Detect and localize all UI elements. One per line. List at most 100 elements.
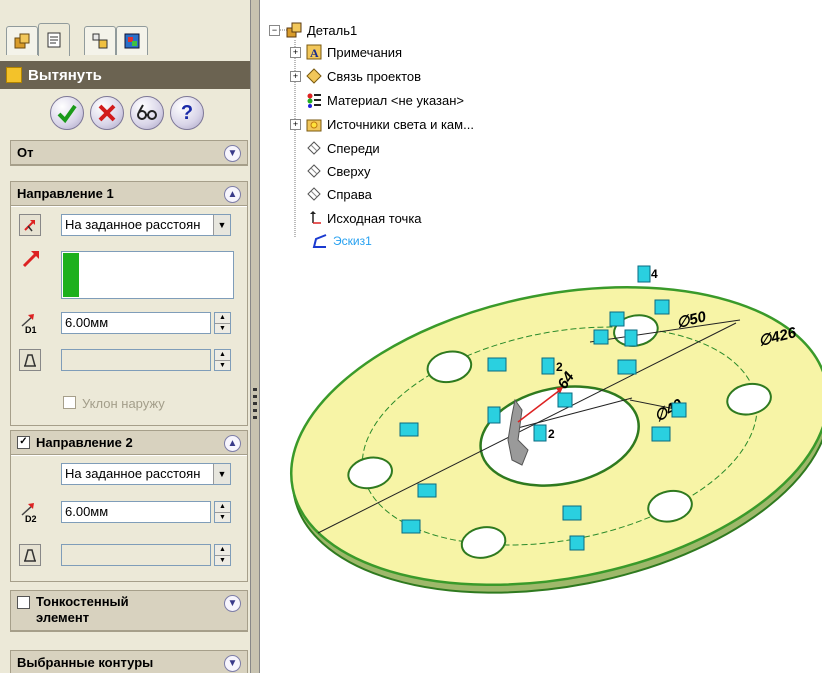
thin-feature-label: Тонкостенный элемент xyxy=(36,594,129,626)
from-group-label: От xyxy=(17,145,34,160)
direction2-end-condition-select[interactable]: На заданное расстоян ▼ xyxy=(61,463,231,485)
direction2-label: Направление 2 xyxy=(36,435,133,450)
tree-item-material[interactable]: Материал <не указан> xyxy=(306,90,464,110)
extrude-icon xyxy=(6,67,22,83)
lights-cameras-icon xyxy=(306,116,322,132)
direction1-end-condition-select[interactable]: На заданное расстоян ▼ xyxy=(61,214,231,236)
tree-item-annotations[interactable]: A Примечания xyxy=(306,42,402,62)
property-manager-icon xyxy=(47,32,61,48)
direction1-end-condition-value: На заданное расстоян xyxy=(65,217,201,232)
direction1-group: Направление 1 ▲ На заданное расстоян ▼ D… xyxy=(10,181,248,426)
depth1-input[interactable]: 6.00мм xyxy=(61,312,211,334)
tree-item-origin[interactable]: Исходная точка xyxy=(306,208,422,228)
relation-label-4: 4 xyxy=(651,267,658,281)
tree-item-design-binder[interactable]: Связь проектов xyxy=(306,66,421,86)
graphics-viewport[interactable]: ∅50 ∅426 ∅40 64 4 2 2 xyxy=(260,250,822,673)
draft2-toggle-button[interactable] xyxy=(19,544,41,566)
draft-icon xyxy=(24,354,36,367)
svg-text:D1: D1 xyxy=(25,325,37,334)
tree-item-label: Источники света и кам... xyxy=(327,116,474,132)
from-group-header[interactable]: От ▼ xyxy=(11,141,247,165)
feature-title: Вытянуть xyxy=(28,66,102,84)
expand-icon[interactable]: ▼ xyxy=(224,655,241,672)
draft2-angle-input xyxy=(61,544,211,566)
dim-expert-icon xyxy=(124,33,140,49)
splitter-grip-icon xyxy=(253,388,257,420)
tree-root[interactable]: Деталь1 xyxy=(286,20,357,40)
direction1-header[interactable]: Направление 1 ▲ xyxy=(11,182,247,206)
tree-item-label: Эскиз1 xyxy=(333,234,372,248)
draft1-toggle-button[interactable] xyxy=(19,349,41,371)
reverse-direction-icon xyxy=(24,220,35,232)
panel-splitter[interactable] xyxy=(250,0,260,673)
draft2-spinner: ▲ ▼ xyxy=(214,544,231,566)
feature-title-bar: Вытянуть xyxy=(0,61,250,89)
manager-tabs xyxy=(0,20,250,60)
direction2-body: На заданное расстоян ▼ D2 6.00мм ▲ ▼ ▲ ▼ xyxy=(11,456,247,581)
help-button[interactable]: ? xyxy=(170,96,204,130)
plane-icon xyxy=(306,140,322,156)
preview-button[interactable] xyxy=(130,96,164,130)
thin-feature-header[interactable]: Тонкостенный элемент ▼ xyxy=(11,591,247,631)
depth2-spinner[interactable]: ▲ ▼ xyxy=(214,501,231,523)
depth2-icon: D2 xyxy=(19,501,41,523)
tree-item-label: Материал <не указан> xyxy=(327,92,465,108)
depth2-input[interactable]: 6.00мм xyxy=(61,501,211,523)
direction1-label: Направление 1 xyxy=(17,186,114,201)
reverse-direction1-button[interactable] xyxy=(19,214,41,236)
tree-item-lights-cameras[interactable]: Источники света и кам... xyxy=(306,114,474,134)
chevron-down-icon[interactable]: ▼ xyxy=(213,464,230,484)
expand-icon[interactable]: + xyxy=(290,47,301,58)
tree-item-sketch[interactable]: Эскиз1 xyxy=(312,231,372,251)
selected-contours-header[interactable]: Выбранные контуры ▼ xyxy=(11,651,247,673)
expand-icon[interactable]: ▼ xyxy=(224,145,241,162)
expand-icon[interactable]: ▼ xyxy=(224,595,241,612)
part-icon xyxy=(286,22,302,38)
origin-icon xyxy=(306,210,322,226)
annotations-icon: A xyxy=(306,44,322,60)
tree-item-label: Исходная точка xyxy=(327,210,422,226)
checkmark-icon xyxy=(57,104,77,124)
direction2-header[interactable]: ✓ Направление 2 ▲ xyxy=(11,431,247,455)
feature-tree: − Деталь1 + A Примечания + Связь проекто… xyxy=(260,0,580,250)
ok-button[interactable] xyxy=(50,96,84,130)
draft-icon xyxy=(24,549,36,562)
tree-item-top-plane[interactable]: Сверху xyxy=(306,161,370,181)
collapse-root-icon[interactable]: − xyxy=(269,25,280,36)
action-buttons: ? xyxy=(50,96,230,130)
collapse-icon[interactable]: ▲ xyxy=(224,186,241,203)
expand-icon[interactable]: + xyxy=(290,119,301,130)
cancel-button[interactable] xyxy=(90,96,124,130)
thin-feature-group: Тонкостенный элемент ▼ xyxy=(10,590,248,632)
feature-manager-icon xyxy=(14,33,30,49)
property-manager-tab[interactable] xyxy=(38,23,70,56)
svg-text:D2: D2 xyxy=(25,514,37,523)
selected-contours-group: Выбранные контуры ▼ xyxy=(10,650,248,673)
depth1-icon: D1 xyxy=(19,312,41,334)
draft-outward-label: Уклон наружу xyxy=(82,396,165,411)
feature-manager-tab[interactable] xyxy=(6,26,38,55)
draft-outward-checkbox: Уклон наружу xyxy=(63,396,165,411)
collapse-icon[interactable]: ▲ xyxy=(224,435,241,452)
property-manager: Вытянуть ? От ▼ Направление 1 ▲ На задан… xyxy=(0,0,250,673)
thin-feature-label-line2: элемент xyxy=(36,610,90,625)
material-icon xyxy=(306,92,322,108)
dim-expert-tab[interactable] xyxy=(116,26,148,55)
tree-item-label: Сверху xyxy=(327,163,371,179)
help-icon: ? xyxy=(180,101,194,124)
thin-feature-checkbox[interactable] xyxy=(17,596,30,609)
direction1-selection-box[interactable] xyxy=(61,251,234,299)
direction2-group: ✓ Направление 2 ▲ На заданное расстоян ▼… xyxy=(10,430,248,582)
configuration-manager-tab[interactable] xyxy=(84,26,116,55)
tree-item-front-plane[interactable]: Спереди xyxy=(306,138,380,158)
thin-feature-label-line1: Тонкостенный xyxy=(36,594,129,609)
chevron-down-icon[interactable]: ▼ xyxy=(213,215,230,235)
direction-arrow-icon xyxy=(22,251,39,268)
tree-item-label: Связь проектов xyxy=(327,68,422,84)
expand-icon[interactable]: + xyxy=(290,71,301,82)
from-group[interactable]: От ▼ xyxy=(10,140,248,166)
part-preview[interactable]: ∅50 ∅426 ∅40 64 4 2 2 xyxy=(260,250,822,673)
depth1-spinner[interactable]: ▲ ▼ xyxy=(214,312,231,334)
tree-item-right-plane[interactable]: Справа xyxy=(306,184,372,204)
direction2-checkbox[interactable]: ✓ xyxy=(17,436,30,449)
